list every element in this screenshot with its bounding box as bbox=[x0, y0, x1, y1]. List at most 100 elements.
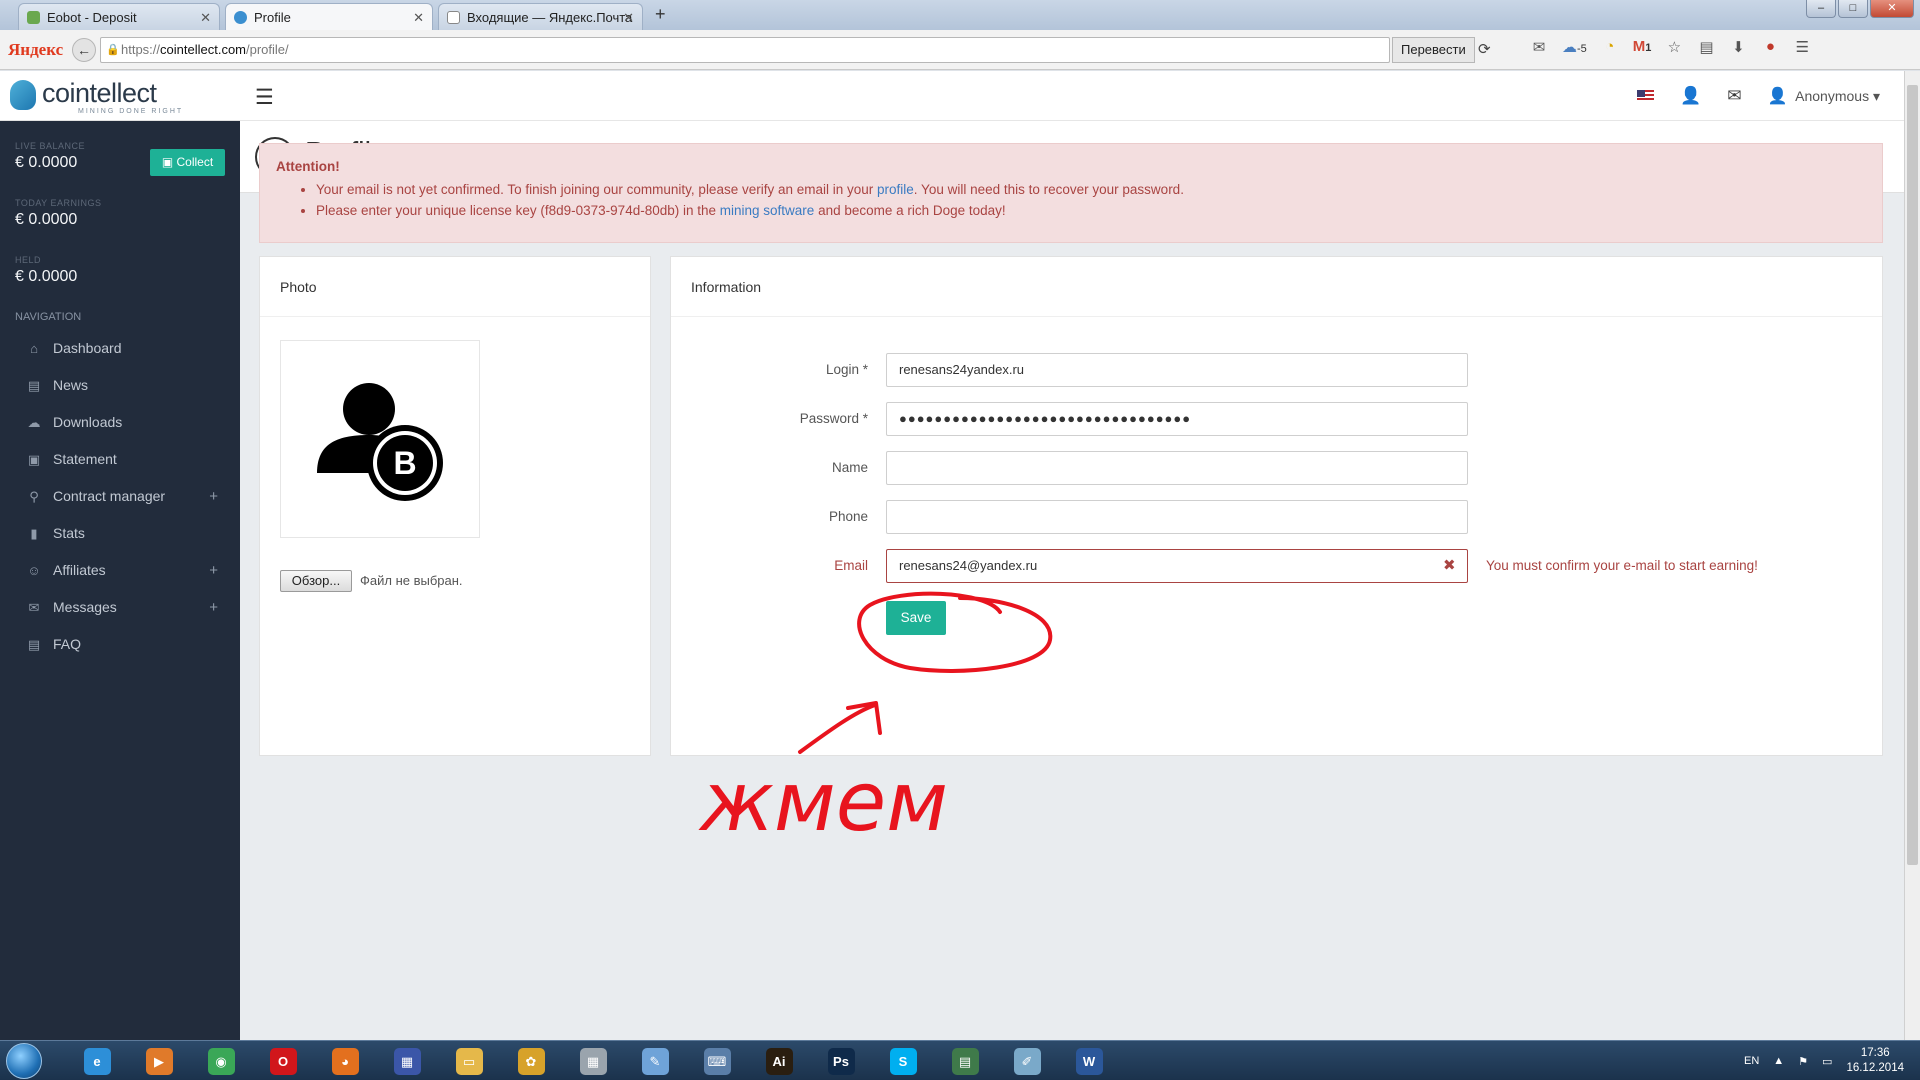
back-button[interactable]: ← bbox=[72, 38, 96, 62]
tab-title: Входящие — Яндекс.Почта bbox=[467, 10, 633, 25]
name-row: Name bbox=[671, 451, 1771, 485]
taskbar-app-media-player[interactable]: ▶ bbox=[128, 1044, 190, 1078]
browser-tab-eobot[interactable]: Eobot - Deposit ✕ bbox=[18, 3, 220, 30]
held-value: € 0.0000 bbox=[15, 268, 78, 285]
clock-time: 17:36 bbox=[1860, 1047, 1890, 1059]
bookmark-star-icon[interactable]: ☆ bbox=[1665, 38, 1683, 56]
window-close-button[interactable]: ✕ bbox=[1870, 0, 1914, 18]
sidebar-item-dashboard[interactable]: ⌂ Dashboard bbox=[0, 330, 240, 367]
close-tab-icon[interactable]: ✕ bbox=[623, 4, 634, 30]
sidebar-item-label: News bbox=[53, 377, 89, 393]
home-icon: ⌂ bbox=[30, 341, 38, 356]
keyboard-app-icon: ⌨ bbox=[703, 1047, 731, 1075]
name-input[interactable] bbox=[886, 451, 1468, 485]
user-menu[interactable]: 👤 Anonymous ▾ bbox=[1767, 86, 1880, 106]
lock-icon: 🔒 bbox=[106, 44, 120, 56]
site-logo[interactable]: cointellect MINING DONE RIGHT bbox=[0, 71, 240, 121]
sidebar-item-downloads[interactable]: ☁ Downloads bbox=[0, 404, 240, 441]
email-input[interactable]: renesans24@yandex.ru bbox=[886, 549, 1468, 583]
notes-app-icon: ✐ bbox=[1013, 1047, 1041, 1075]
taskbar-app-tool-app[interactable]: ✿ bbox=[500, 1044, 562, 1078]
user-profile-icon[interactable]: 👤 bbox=[1680, 86, 1701, 106]
caret-down-icon: ▾ bbox=[1872, 88, 1880, 104]
reload-icon[interactable]: ⟳ bbox=[1478, 40, 1491, 58]
taskbar-app-opera[interactable]: O bbox=[252, 1044, 314, 1078]
live-balance-label: LIVE BALANCE bbox=[15, 141, 86, 151]
phone-input[interactable] bbox=[886, 500, 1468, 534]
word-icon: W bbox=[1075, 1047, 1103, 1075]
yandex-logo[interactable]: Яндекс bbox=[8, 40, 63, 60]
sidebar-item-stats[interactable]: ▮ Stats bbox=[0, 515, 240, 552]
us-flag-icon[interactable] bbox=[1637, 90, 1655, 102]
close-tab-icon[interactable]: ✕ bbox=[200, 4, 211, 30]
sidebar-item-news[interactable]: ▤ News bbox=[0, 367, 240, 404]
close-tab-icon[interactable]: ✕ bbox=[413, 4, 424, 30]
bitcoin-user-avatar-icon: B bbox=[317, 383, 443, 501]
taskbar-app-word[interactable]: W bbox=[1058, 1044, 1120, 1078]
clock[interactable]: 17:36 16.12.2014 bbox=[1846, 1046, 1904, 1076]
taskbar-app-internet-explorer[interactable]: e bbox=[66, 1044, 128, 1078]
mail-icon[interactable]: ✉ bbox=[1530, 38, 1548, 56]
sidebar-item-label: Messages bbox=[53, 599, 117, 615]
sidebar-item-label: Statement bbox=[53, 451, 117, 467]
collect-button[interactable]: ▣ Collect bbox=[150, 149, 225, 176]
weather-icon[interactable]: ☁-5 bbox=[1562, 38, 1587, 56]
new-tab-button[interactable]: + bbox=[655, 4, 666, 25]
taskbar-app-notes-app[interactable]: ✐ bbox=[996, 1044, 1058, 1078]
browser-tab-profile[interactable]: Profile ✕ bbox=[225, 3, 433, 30]
tray-expand-icon[interactable]: ▲ bbox=[1773, 1055, 1784, 1067]
taskbar-app-explorer[interactable]: ▭ bbox=[438, 1044, 500, 1078]
taskbar-app-illustrator[interactable]: Ai bbox=[748, 1044, 810, 1078]
taskbar-app-save-app[interactable]: ▦ bbox=[376, 1044, 438, 1078]
taskbar-app-skype[interactable]: S bbox=[872, 1044, 934, 1078]
expand-plus-icon[interactable]: + bbox=[209, 589, 218, 626]
mining-software-link[interactable]: mining software bbox=[720, 203, 815, 218]
alert-text: and become a rich Doge today! bbox=[814, 203, 1006, 218]
live-balance-value: € 0.0000 bbox=[15, 154, 78, 171]
profile-link[interactable]: profile bbox=[877, 182, 914, 197]
password-label: Password * bbox=[799, 411, 868, 426]
browser-tab-yandex-mail[interactable]: Входящие — Яндекс.Почта ✕ bbox=[438, 3, 643, 30]
network-icon[interactable]: ▭ bbox=[1822, 1055, 1832, 1068]
password-row: Password * ●●●●●●●●●●●●●●●●●●●●●●●●●●●●●… bbox=[671, 402, 1771, 436]
expand-plus-icon[interactable]: + bbox=[209, 552, 218, 589]
sidebar-item-faq[interactable]: ▤ FAQ bbox=[0, 626, 240, 663]
sidebar-item-contract-manager[interactable]: ⚲ Contract manager + bbox=[0, 478, 240, 515]
windows-taskbar: e ▶ ◉ O ◕ ▦ ▭ ✿ ▦ ✎ ⌨ Ai Ps S ▤ ✐ W EN ▲ ⚑ ▭ 17:36 16.12… bbox=[0, 1040, 1920, 1080]
translate-button[interactable]: Перевести bbox=[1392, 37, 1475, 63]
page-scrollbar[interactable] bbox=[1904, 71, 1920, 1040]
sidebar-item-affiliates[interactable]: ☺ Affiliates + bbox=[0, 552, 240, 589]
taskbar-app-monitor-app[interactable]: ▤ bbox=[934, 1044, 996, 1078]
taskbar-app-chrome[interactable]: ◉ bbox=[190, 1044, 252, 1078]
browse-file-button[interactable]: Обзор... bbox=[280, 570, 352, 592]
hamburger-menu-icon[interactable]: ☰ bbox=[255, 85, 274, 110]
browser-menu-icon[interactable]: ☰ bbox=[1793, 38, 1811, 56]
sidebar-item-messages[interactable]: ✉ Messages + bbox=[0, 589, 240, 626]
messages-envelope-icon[interactable]: ✉ bbox=[1727, 86, 1741, 106]
taskbar-app-firefox[interactable]: ◕ bbox=[314, 1044, 376, 1078]
gmail-icon[interactable]: M1 bbox=[1633, 38, 1652, 56]
action-center-flag-icon[interactable]: ⚑ bbox=[1798, 1055, 1808, 1068]
yandex-extension-icon[interactable]: ◔ bbox=[1601, 38, 1619, 56]
reading-list-icon[interactable]: ▤ bbox=[1697, 38, 1715, 56]
browser-tab-bar: Eobot - Deposit ✕ Profile ✕ Входящие — Я… bbox=[0, 0, 1920, 30]
taskbar-app-keyboard-app[interactable]: ⌨ bbox=[686, 1044, 748, 1078]
today-earnings-label: TODAY EARNINGS bbox=[15, 198, 102, 208]
taskbar-app-paint[interactable]: ✎ bbox=[624, 1044, 686, 1078]
login-input[interactable]: renesans24yandex.ru bbox=[886, 353, 1468, 387]
taskbar-app-calculator[interactable]: ▦ bbox=[562, 1044, 624, 1078]
start-button[interactable] bbox=[6, 1043, 42, 1079]
expand-plus-icon[interactable]: + bbox=[209, 478, 218, 515]
sidebar-item-statement[interactable]: ▣ Statement bbox=[0, 441, 240, 478]
maximize-button[interactable]: □ bbox=[1838, 0, 1868, 18]
minimize-button[interactable]: – bbox=[1806, 0, 1836, 18]
alert-text: Your email is not yet confirmed. To fini… bbox=[316, 182, 878, 197]
download-icon[interactable]: ⬇ bbox=[1729, 38, 1747, 56]
save-button[interactable]: Save bbox=[886, 601, 946, 635]
adblock-icon[interactable]: ● bbox=[1761, 38, 1779, 56]
password-input[interactable]: ●●●●●●●●●●●●●●●●●●●●●●●●●●●●●●●●● bbox=[886, 402, 1468, 436]
input-language[interactable]: EN bbox=[1744, 1055, 1759, 1067]
address-bar[interactable]: 🔒 https://cointellect.com/profile/ bbox=[100, 37, 1390, 63]
taskbar-app-photoshop[interactable]: Ps bbox=[810, 1044, 872, 1078]
scrollbar-thumb[interactable] bbox=[1907, 85, 1918, 865]
